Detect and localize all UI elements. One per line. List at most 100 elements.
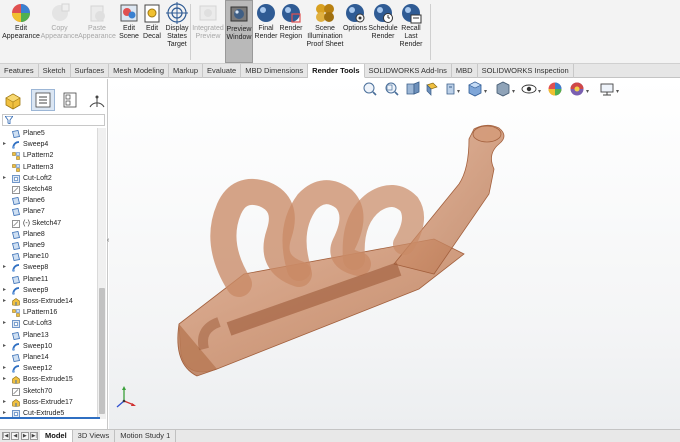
bottom-tab-motion-study-1[interactable]: Motion Study 1 bbox=[115, 430, 177, 442]
tree-item[interactable]: ▸ Cut-Loft3 bbox=[0, 318, 96, 329]
part-icon[interactable] bbox=[2, 89, 26, 111]
expand-arrow-icon[interactable]: ▸ bbox=[3, 296, 6, 307]
illumination-icon bbox=[316, 4, 334, 22]
tree-item[interactable]: ▸ Sweep9 bbox=[0, 285, 96, 296]
bottom-tab-model[interactable]: Model bbox=[40, 430, 73, 442]
expand-arrow-icon[interactable]: ▸ bbox=[3, 139, 6, 150]
tree-item[interactable]: Plane14 bbox=[0, 352, 96, 363]
tab-sketch[interactable]: Sketch bbox=[39, 64, 71, 78]
section-view-icon[interactable] bbox=[426, 82, 438, 96]
tree-item[interactable]: ▸ Sweep4 bbox=[0, 139, 96, 150]
edit-appearance-button[interactable]: Edit Appearance bbox=[0, 2, 42, 62]
command-manager-tabs: Features Sketch Surfaces Mesh Modeling Marku… bbox=[0, 64, 680, 78]
previous-tab-icon[interactable]: ◀ bbox=[11, 432, 20, 440]
view-settings-icon[interactable]: ▾ bbox=[600, 83, 619, 96]
final-render-button[interactable]: Final Render bbox=[254, 2, 278, 62]
view-orientation-icon[interactable]: ▾ bbox=[468, 81, 487, 97]
tree-item[interactable]: Plane5 bbox=[0, 128, 96, 139]
edit-scene-button[interactable]: Edit Scene bbox=[118, 2, 140, 62]
final-render-label: Final Render bbox=[254, 25, 278, 40]
preview-window-button[interactable]: Preview Window bbox=[225, 0, 253, 63]
property-manager-icon[interactable] bbox=[59, 89, 83, 111]
zoom-to-area-icon[interactable] bbox=[385, 82, 399, 96]
display-states-target-button[interactable]: Display States Target bbox=[164, 2, 190, 62]
paste-appearance-button[interactable]: Paste Appearance bbox=[78, 2, 116, 62]
scrollbar-thumb[interactable] bbox=[99, 288, 105, 414]
zoom-to-fit-icon[interactable] bbox=[363, 82, 377, 96]
tree-item[interactable]: ▸ Sweep12 bbox=[0, 363, 96, 374]
display-style-icon[interactable]: ▾ bbox=[496, 81, 515, 97]
preview-window-label: Preview Window bbox=[226, 26, 252, 41]
last-tab-icon[interactable]: ▶| bbox=[30, 432, 39, 440]
integrated-preview-button[interactable]: Integrated Preview bbox=[192, 2, 224, 62]
tree-item[interactable]: Sketch70 bbox=[0, 386, 96, 397]
expand-arrow-icon[interactable]: ▸ bbox=[3, 285, 6, 296]
scene-illumination-button[interactable]: Scene Illumination Proof Sheet bbox=[305, 2, 345, 62]
dynamic-annotation-view-icon[interactable]: ▾ bbox=[446, 83, 460, 95]
tree-item[interactable]: ▸ Boss-Extrude17 bbox=[0, 397, 96, 408]
sketch-feature-icon bbox=[12, 186, 20, 194]
tab-mbd-dimensions[interactable]: MBD Dimensions bbox=[241, 64, 309, 78]
tab-surfaces[interactable]: Surfaces bbox=[71, 64, 110, 78]
hide-show-items-icon[interactable]: ▾ bbox=[521, 84, 541, 95]
plane-feature-icon bbox=[12, 275, 20, 284]
tree-item-label: LPattern2 bbox=[23, 152, 54, 160]
tree-item[interactable]: Plane11 bbox=[0, 274, 96, 285]
tree-item[interactable]: ▸ Boss-Extrude15 bbox=[0, 374, 96, 385]
tree-item[interactable]: ▸ Boss-Extrude14 bbox=[0, 296, 96, 307]
tree-filter-field[interactable] bbox=[2, 114, 105, 126]
options-button[interactable]: Options bbox=[343, 2, 367, 62]
apply-scene-icon[interactable]: ▾ bbox=[570, 82, 590, 96]
edit-decal-button[interactable]: Edit Decal bbox=[141, 2, 163, 62]
tree-item[interactable]: ▸ Sweep8 bbox=[0, 262, 96, 273]
tree-item[interactable]: LPattern2 bbox=[0, 150, 96, 161]
expand-arrow-icon[interactable]: ▸ bbox=[3, 397, 6, 408]
tab-evaluate[interactable]: Evaluate bbox=[203, 64, 242, 78]
graphics-area[interactable]: ▾ ▾ ▾ ▾ ▾ ▾ bbox=[109, 79, 680, 429]
tree-item[interactable]: LPattern16 bbox=[0, 307, 96, 318]
tree-item[interactable]: Plane6 bbox=[0, 195, 96, 206]
rollback-bar[interactable] bbox=[0, 417, 100, 419]
tree-item[interactable]: Sketch48 bbox=[0, 184, 96, 195]
tree-item[interactable]: Plane13 bbox=[0, 330, 96, 341]
tree-item-label: LPattern16 bbox=[23, 309, 58, 317]
render-region-button[interactable]: Render Region bbox=[279, 2, 303, 62]
copy-appearance-icon bbox=[51, 3, 69, 21]
next-tab-icon[interactable]: ▶ bbox=[20, 432, 29, 440]
expand-arrow-icon[interactable]: ▸ bbox=[3, 363, 6, 374]
schedule-render-button[interactable]: Schedule Render bbox=[368, 2, 398, 62]
tab-navigation: |◀ ◀ ▶ ▶| bbox=[0, 430, 40, 442]
expand-arrow-icon[interactable]: ▸ bbox=[3, 318, 6, 329]
copy-appearance-button[interactable]: Copy Appearance bbox=[41, 2, 78, 62]
tab-mesh-modeling[interactable]: Mesh Modeling bbox=[109, 64, 170, 78]
tree-item[interactable]: Plane9 bbox=[0, 240, 96, 251]
previous-view-icon[interactable] bbox=[406, 81, 420, 95]
bottom-tab-3d-views[interactable]: 3D Views bbox=[73, 430, 116, 442]
expand-arrow-icon[interactable]: ▸ bbox=[3, 262, 6, 273]
tree-item[interactable]: ▸ Sweep10 bbox=[0, 341, 96, 352]
edit-appearance-view-icon[interactable] bbox=[548, 82, 562, 96]
expand-arrow-icon[interactable]: ▸ bbox=[3, 173, 6, 184]
feature-tree-tab-icon[interactable] bbox=[31, 89, 55, 111]
expand-arrow-icon[interactable]: ▸ bbox=[3, 374, 6, 385]
pattern-feature-icon bbox=[12, 163, 20, 172]
tree-item[interactable]: Plane10 bbox=[0, 251, 96, 262]
tab-solidworks-inspection[interactable]: SOLIDWORKS Inspection bbox=[478, 64, 574, 78]
exhaust-manifold-model[interactable] bbox=[169, 124, 559, 394]
tab-render-tools[interactable]: Render Tools bbox=[308, 64, 365, 78]
configuration-manager-icon[interactable] bbox=[86, 89, 110, 111]
tree-item[interactable]: ▸ Cut-Loft2 bbox=[0, 173, 96, 184]
scene-icon bbox=[120, 4, 138, 22]
first-tab-icon[interactable]: |◀ bbox=[1, 432, 10, 440]
expand-arrow-icon[interactable]: ▸ bbox=[3, 341, 6, 352]
tree-item[interactable]: (-) Sketch47 bbox=[0, 218, 96, 229]
tree-item[interactable]: Plane7 bbox=[0, 206, 96, 217]
tab-solidworks-add-ins[interactable]: SOLIDWORKS Add-Ins bbox=[365, 64, 452, 78]
tree-item[interactable]: LPattern3 bbox=[0, 162, 96, 173]
tab-mbd[interactable]: MBD bbox=[452, 64, 478, 78]
tab-markup[interactable]: Markup bbox=[169, 64, 204, 78]
feature-tree-scrollbar[interactable] bbox=[97, 128, 106, 419]
tree-item[interactable]: Plane8 bbox=[0, 229, 96, 240]
tab-features[interactable]: Features bbox=[0, 64, 39, 78]
recall-last-render-button[interactable]: Recall Last Render bbox=[399, 2, 423, 62]
